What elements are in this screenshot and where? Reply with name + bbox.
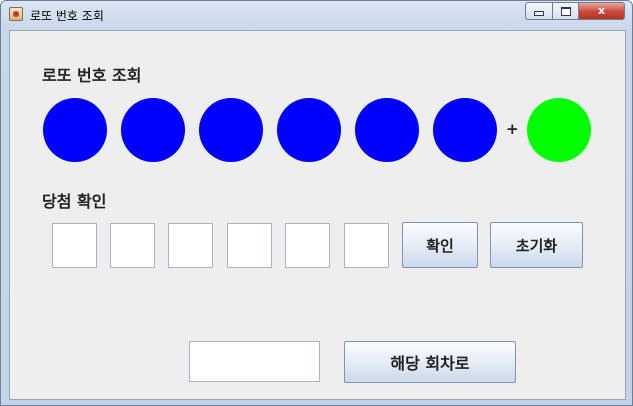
minimize-button[interactable] <box>525 2 553 20</box>
close-button[interactable]: x <box>578 2 625 20</box>
maximize-button[interactable] <box>552 2 579 20</box>
java-app-icon <box>9 7 23 21</box>
lotto-ball-3 <box>199 98 263 162</box>
window-title: 로또 번호 조회 <box>30 9 104 23</box>
lotto-ball-6 <box>433 98 497 162</box>
lotto-ball-1 <box>43 98 107 162</box>
bonus-ball <box>527 98 591 162</box>
application-window: 로또 번호 조회 x 로또 번호 조회 + 당첨 확인 확인 초기화 해당 회차… <box>0 0 633 406</box>
check-heading: 당첨 확인 <box>42 192 107 211</box>
lotto-ball-5 <box>355 98 419 162</box>
go-to-round-button[interactable]: 해당 회차로 <box>344 341 516 383</box>
number-input-5[interactable] <box>285 223 330 268</box>
maximize-icon <box>560 7 571 16</box>
round-number-input[interactable] <box>189 341 320 382</box>
number-input-4[interactable] <box>227 223 272 268</box>
title-bar[interactable]: 로또 번호 조회 x <box>1 1 632 29</box>
lotto-ball-4 <box>277 98 341 162</box>
lotto-heading: 로또 번호 조회 <box>42 66 142 85</box>
bonus-plus-sign: + <box>506 120 519 138</box>
confirm-button[interactable]: 확인 <box>402 222 478 268</box>
content-panel: 로또 번호 조회 + 당첨 확인 확인 초기화 해당 회차로 <box>9 30 626 400</box>
number-input-2[interactable] <box>110 223 155 268</box>
lotto-ball-2 <box>121 98 185 162</box>
close-icon: x <box>597 4 606 17</box>
number-input-3[interactable] <box>168 223 213 268</box>
reset-button[interactable]: 초기화 <box>490 222 583 268</box>
number-input-6[interactable] <box>344 223 389 268</box>
minimize-icon <box>534 11 544 16</box>
number-input-1[interactable] <box>52 223 97 268</box>
